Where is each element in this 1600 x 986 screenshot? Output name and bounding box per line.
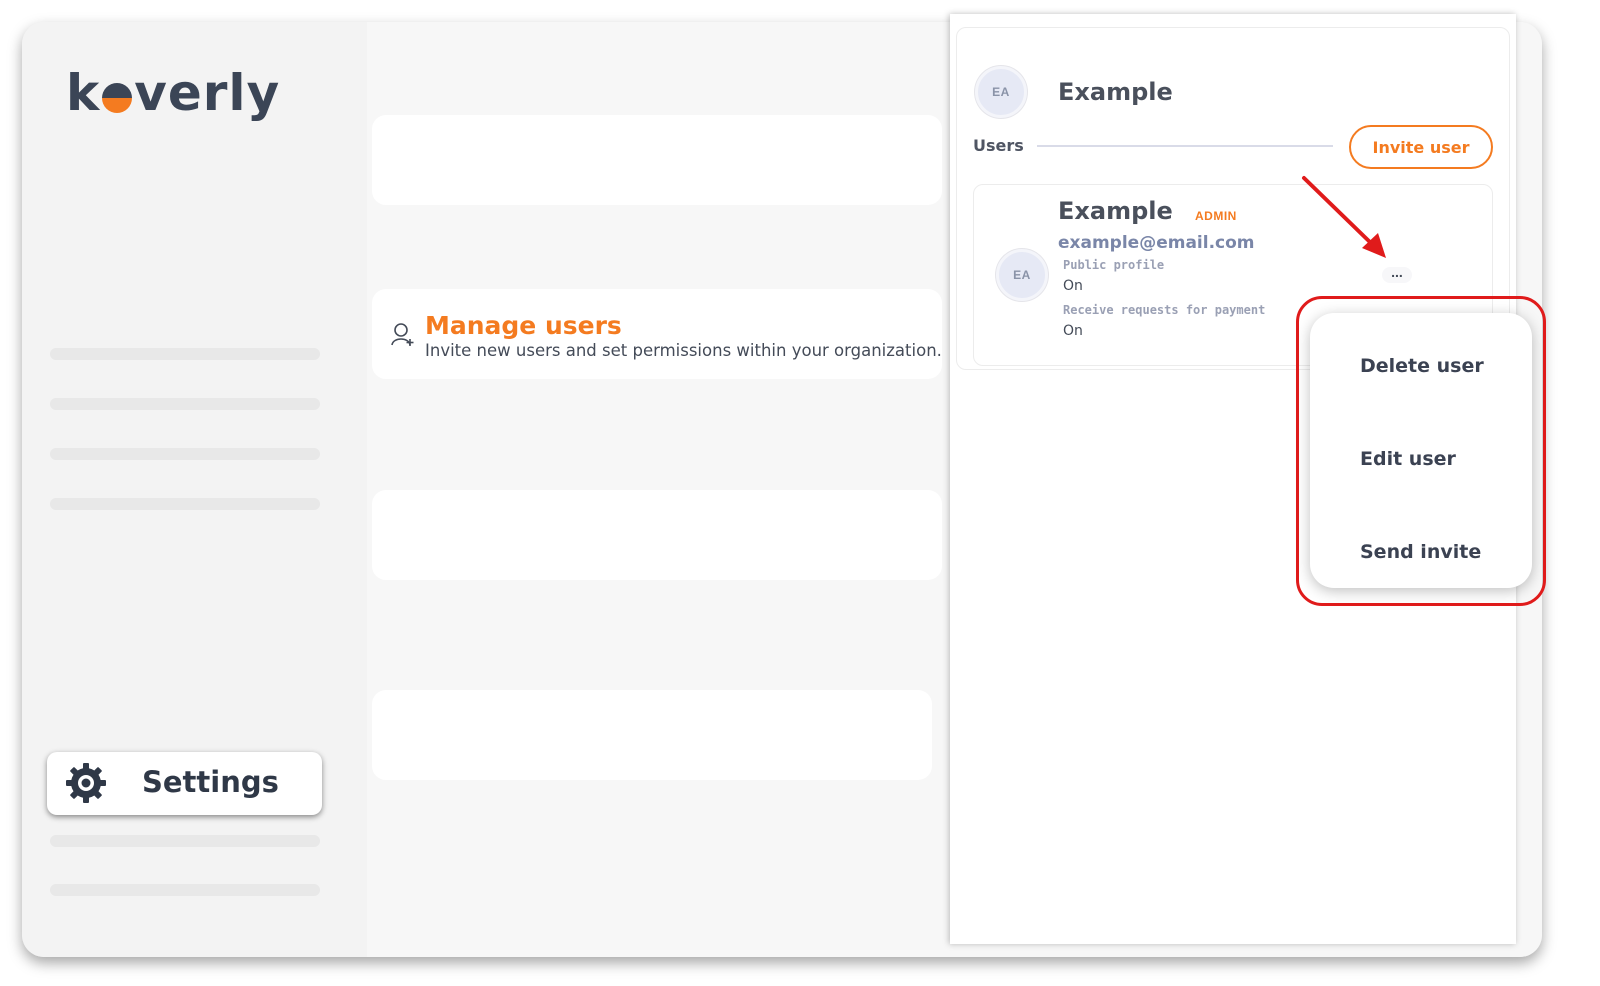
arrow-annotation-icon: [1302, 176, 1386, 258]
sidebar: k verly Settings: [22, 22, 367, 957]
gear-icon: [66, 763, 106, 803]
public-profile-value: On: [1063, 278, 1083, 294]
manage-users-title: Manage users: [425, 311, 622, 340]
settings-label: Settings: [142, 765, 279, 799]
manage-users-description: Invite new users and set permissions wit…: [425, 341, 942, 360]
sidebar-item-settings[interactable]: Settings: [47, 752, 322, 815]
sidebar-item-placeholder[interactable]: [50, 498, 320, 510]
user-avatar: EA: [996, 249, 1048, 301]
sidebar-item-placeholder[interactable]: [50, 835, 320, 847]
settings-card-placeholder[interactable]: [372, 490, 942, 580]
settings-card-placeholder[interactable]: [372, 690, 932, 780]
logo-dot-icon: [102, 83, 133, 113]
payment-requests-value: On: [1063, 323, 1083, 339]
users-section-label: Users: [973, 136, 1024, 155]
menu-item-send-invite[interactable]: Send invite: [1360, 541, 1481, 563]
add-user-icon: [391, 323, 414, 346]
role-badge: ADMIN: [1195, 209, 1237, 223]
user-name: Example: [1058, 197, 1173, 225]
more-options-button[interactable]: ...: [1382, 265, 1412, 283]
koverly-logo[interactable]: k verly: [66, 64, 280, 122]
org-name: Example: [1058, 78, 1173, 106]
user-email: example@email.com: [1058, 233, 1255, 253]
payment-requests-label: Receive requests for payment: [1063, 303, 1266, 317]
logo-text-start: k: [66, 64, 101, 122]
sidebar-item-placeholder[interactable]: [50, 398, 320, 410]
public-profile-label: Public profile: [1063, 258, 1165, 272]
invite-user-button[interactable]: Invite user: [1349, 125, 1493, 169]
settings-card-placeholder[interactable]: [372, 115, 942, 205]
sidebar-item-placeholder[interactable]: [50, 884, 320, 896]
org-avatar: EA: [975, 66, 1027, 118]
manage-users-card[interactable]: Manage users Invite new users and set pe…: [372, 289, 942, 379]
sidebar-item-placeholder[interactable]: [50, 448, 320, 460]
divider: [1037, 145, 1333, 147]
sidebar-item-placeholder[interactable]: [50, 348, 320, 360]
menu-item-delete-user[interactable]: Delete user: [1360, 355, 1484, 377]
user-actions-menu: Delete user Edit user Send invite: [1310, 313, 1532, 588]
menu-item-edit-user[interactable]: Edit user: [1360, 448, 1456, 470]
logo-text-end: verly: [134, 64, 281, 122]
